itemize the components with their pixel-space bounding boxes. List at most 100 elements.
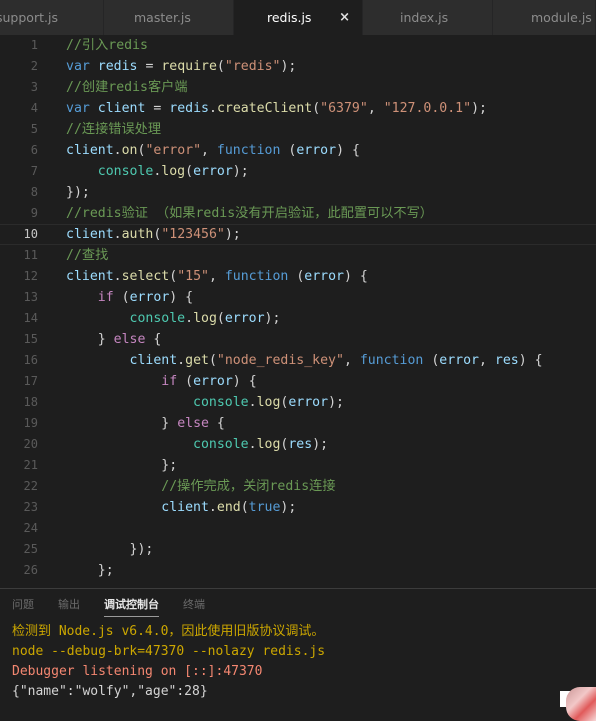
close-icon[interactable]: × <box>339 0 350 35</box>
code-text: //redis验证 （如果redis没有开启验证，此配置可以不写） <box>66 206 433 221</box>
line-number: 11 <box>23 248 38 262</box>
code-text: if (error) { <box>161 374 257 389</box>
code-text: client.end(true); <box>161 500 297 515</box>
code-text: client.get("node_redis_key", function (e… <box>129 353 543 368</box>
tab-label: support.js <box>0 10 58 25</box>
code-line[interactable]: 7 console.log(error); <box>0 161 596 182</box>
code-line[interactable]: 16 client.get("node_redis_key", function… <box>0 350 596 371</box>
line-number: 10 <box>23 227 38 241</box>
line-number: 15 <box>23 332 38 346</box>
code-line[interactable]: 20 console.log(res); <box>0 434 596 455</box>
console-line: node --debug-brk=47370 --nolazy redis.js <box>12 644 326 659</box>
line-number: 7 <box>30 164 38 178</box>
line-number: 16 <box>23 353 38 367</box>
code-line[interactable]: 3 //创建redis客户端 <box>0 77 596 98</box>
code-line[interactable]: 14 console.log(error); <box>0 308 596 329</box>
editor-tab-bar: support.js master.js redis.js × index.js … <box>0 0 596 35</box>
panel-tab-debug-console[interactable]: 调试控制台 <box>104 595 159 619</box>
debug-panel: 问题 输出 调试控制台 终端 检测到 Node.js v6.4.0，因此使用旧版… <box>0 589 596 721</box>
line-number: 2 <box>30 59 38 73</box>
code-text: //操作完成，关闭redis连接 <box>161 479 336 494</box>
code-text: client.select("15", function (error) { <box>66 269 368 284</box>
code-line[interactable]: 9 //redis验证 （如果redis没有开启验证，此配置可以不写） <box>0 203 596 224</box>
code-line[interactable]: 12 client.select("15", function (error) { <box>0 266 596 287</box>
code-text: //引入redis <box>66 38 148 53</box>
line-number: 5 <box>30 122 38 136</box>
line-number: 19 <box>23 416 38 430</box>
line-number: 14 <box>23 311 38 325</box>
code-line[interactable]: 24 <box>0 518 596 539</box>
line-number: 6 <box>30 143 38 157</box>
code-line[interactable]: 6 client.on("error", function (error) { <box>0 140 596 161</box>
line-number: 25 <box>23 542 38 556</box>
code-line[interactable]: 15 } else { <box>0 329 596 350</box>
code-line[interactable]: 2 var redis = require("redis"); <box>0 56 596 77</box>
code-text: //查找 <box>66 248 109 263</box>
code-text: //创建redis客户端 <box>66 80 188 95</box>
code-text: }); <box>66 185 90 200</box>
line-number: 24 <box>23 521 38 535</box>
code-text: if (error) { <box>97 290 194 305</box>
code-text: console.log(res); <box>193 437 329 452</box>
line-number: 12 <box>23 269 38 283</box>
line-number: 18 <box>23 395 38 409</box>
console-line: {"name":"wolfy","age":28} <box>12 684 208 699</box>
code-text: var redis = require("redis"); <box>66 59 297 74</box>
code-text: } else { <box>97 332 162 347</box>
tab-master-js[interactable]: master.js <box>104 0 234 35</box>
tab-index-js[interactable]: index.js <box>363 0 493 35</box>
line-number: 9 <box>30 206 38 220</box>
code-text: var client = redis.createClient("6379", … <box>66 101 487 116</box>
code-line[interactable]: 10 client.auth("123456"); <box>0 224 596 245</box>
code-text: }; <box>161 458 178 473</box>
tab-label: redis.js <box>267 10 312 25</box>
code-line[interactable]: 8}); <box>0 182 596 203</box>
line-number: 17 <box>23 374 38 388</box>
code-text: console.log(error); <box>97 164 249 179</box>
line-number: 23 <box>23 500 38 514</box>
line-number: 13 <box>23 290 38 304</box>
line-number: 8 <box>30 185 38 199</box>
line-number: 20 <box>23 437 38 451</box>
panel-tabs: 问题 输出 调试控制台 终端 <box>12 595 229 619</box>
code-text: }); <box>129 542 154 557</box>
code-line[interactable]: 22 //操作完成，关闭redis连接 <box>0 476 596 497</box>
tab-module-js[interactable]: module.js <box>493 0 596 35</box>
code-line[interactable]: 5 //连接错误处理 <box>0 119 596 140</box>
panel-tab-problems[interactable]: 问题 <box>12 595 34 619</box>
line-number: 22 <box>23 479 38 493</box>
line-number: 21 <box>23 458 38 472</box>
code-line[interactable]: 1 //引入redis <box>0 35 596 56</box>
code-text: } else { <box>161 416 225 431</box>
panel-tab-output[interactable]: 输出 <box>58 595 80 619</box>
tab-label: index.js <box>400 10 449 25</box>
code-text: console.log(error); <box>193 395 344 410</box>
tab-label: master.js <box>134 10 191 25</box>
line-number: 26 <box>23 563 38 577</box>
code-text: }; <box>97 563 114 578</box>
code-text: console.log(error); <box>129 311 281 326</box>
code-line[interactable]: 21 }; <box>0 455 596 476</box>
code-editor[interactable]: 1 //引入redis 2 var redis = require("redis");… <box>0 35 596 588</box>
code-line[interactable]: 13 if (error) { <box>0 287 596 308</box>
panel-tab-terminal[interactable]: 终端 <box>183 595 205 619</box>
code-line[interactable]: 23 client.end(true); <box>0 497 596 518</box>
code-line[interactable]: 25 }); <box>0 539 596 560</box>
line-number: 4 <box>30 101 38 115</box>
code-text: client.on("error", function (error) { <box>66 143 360 158</box>
code-text: client.auth("123456"); <box>66 227 241 242</box>
console-line: 检测到 Node.js v6.4.0，因此使用旧版协议调试。 <box>12 624 325 639</box>
code-line[interactable]: 18 console.log(error); <box>0 392 596 413</box>
code-line[interactable]: 19 } else { <box>0 413 596 434</box>
code-line[interactable]: 26 }; <box>0 560 596 581</box>
tab-label: module.js <box>531 10 592 25</box>
floating-assistant-icon[interactable] <box>566 687 596 721</box>
tab-support-js[interactable]: support.js <box>0 0 104 35</box>
tab-redis-js[interactable]: redis.js × <box>234 0 363 35</box>
code-line[interactable]: 4 var client = redis.createClient("6379",… <box>0 98 596 119</box>
code-line[interactable]: 17 if (error) { <box>0 371 596 392</box>
line-number: 1 <box>30 38 38 52</box>
line-number: 3 <box>30 80 38 94</box>
code-line[interactable]: 11 //查找 <box>0 245 596 266</box>
console-line: Debugger listening on [::]:47370 <box>12 664 263 679</box>
